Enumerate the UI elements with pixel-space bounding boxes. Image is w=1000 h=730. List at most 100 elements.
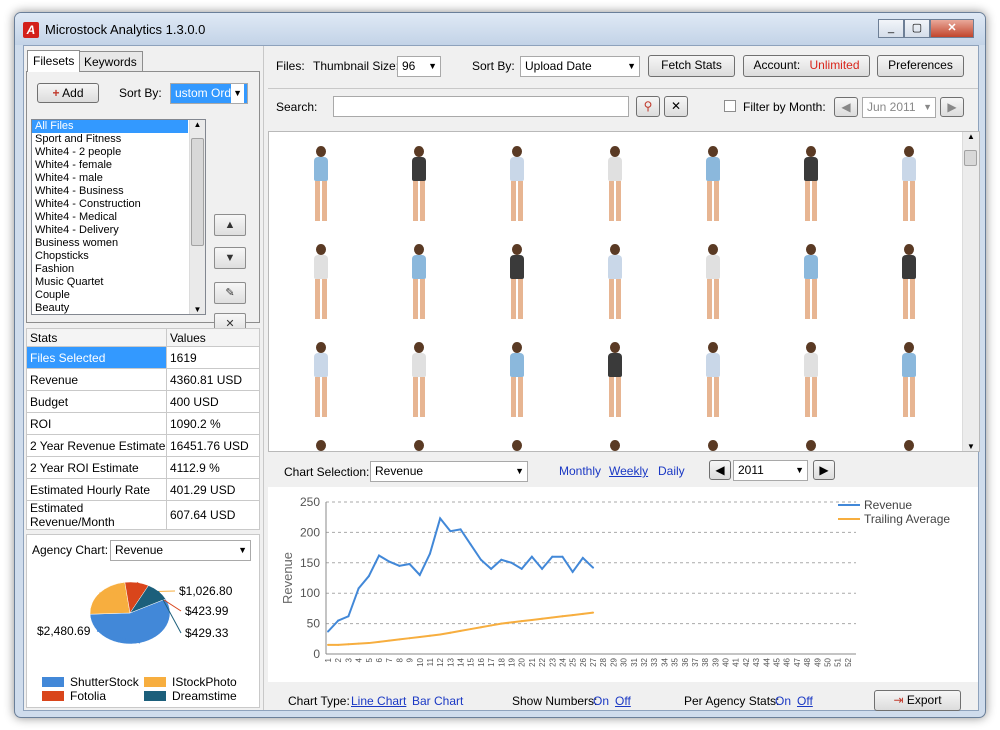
weekly-link[interactable]: Weekly: [609, 464, 648, 478]
photo-thumbnail[interactable]: [573, 138, 657, 226]
filesets-list[interactable]: All Files Sport and Fitness White4 - 2 peo…: [31, 119, 206, 315]
preferences-button[interactable]: Preferences: [877, 55, 964, 77]
minimize-button[interactable]: _: [878, 19, 904, 38]
filter-by-month-checkbox[interactable]: [724, 100, 736, 112]
photo-thumbnail[interactable]: [671, 432, 755, 451]
photo-thumbnail[interactable]: [377, 432, 461, 451]
photo-thumbnail[interactable]: [377, 236, 461, 324]
fileset-item[interactable]: Fashion: [32, 263, 205, 276]
stats-row[interactable]: Files Selected 1619: [26, 346, 260, 369]
photo-thumbnail[interactable]: [279, 334, 363, 422]
sort-by-select[interactable]: Upload Date ▼: [520, 56, 640, 77]
figure-shape: [511, 377, 523, 417]
photo-thumbnail[interactable]: [377, 334, 461, 422]
show-numbers-on-link[interactable]: On: [593, 694, 609, 708]
thumbnail-size-select[interactable]: 96 ▼: [397, 56, 441, 77]
stats-row[interactable]: ROI 1090.2 %: [26, 412, 260, 435]
photo-thumbnail[interactable]: [867, 334, 951, 422]
agency-chart-select[interactable]: Revenue ▼: [110, 540, 251, 561]
bar-chart-link[interactable]: Bar Chart: [412, 694, 463, 708]
photo-thumbnail[interactable]: [475, 432, 559, 451]
photo-thumbnail[interactable]: [769, 432, 853, 451]
search-input[interactable]: [333, 96, 629, 117]
chart-selection-select[interactable]: Revenue ▼: [370, 461, 528, 482]
photo-thumbnail[interactable]: [769, 138, 853, 226]
fileset-item[interactable]: White4 - Medical: [32, 211, 205, 224]
fileset-item[interactable]: Beauty: [32, 302, 205, 314]
monthly-link[interactable]: Monthly: [559, 464, 601, 478]
scroll-thumb[interactable]: [191, 138, 204, 246]
maximize-button[interactable]: ▢: [904, 19, 930, 38]
clear-search-button[interactable]: ✕: [664, 96, 688, 117]
scroll-up-icon[interactable]: ▲: [963, 132, 979, 141]
fileset-item[interactable]: White4 - Construction: [32, 198, 205, 211]
photo-thumbnail[interactable]: [867, 236, 951, 324]
fileset-item[interactable]: All Files: [32, 120, 188, 133]
search-button[interactable]: ⚲: [636, 96, 660, 117]
scroll-down-icon[interactable]: ▼: [963, 442, 979, 451]
fileset-item[interactable]: White4 - Delivery: [32, 224, 205, 237]
filesets-scrollbar[interactable]: ▲ ▼: [189, 120, 205, 314]
sort-order-select[interactable]: ustom Order ▼: [170, 83, 248, 104]
line-chart-link[interactable]: Line Chart: [351, 694, 406, 708]
fileset-item[interactable]: Business women: [32, 237, 205, 250]
photo-thumbnail[interactable]: [671, 138, 755, 226]
tab-filesets[interactable]: Filesets: [27, 50, 81, 72]
photo-thumbnail[interactable]: [279, 138, 363, 226]
show-numbers-off-link[interactable]: Off: [615, 694, 631, 708]
thumbnail-grid[interactable]: ▲ ▼: [268, 131, 980, 452]
per-agency-on-link[interactable]: On: [775, 694, 791, 708]
photo-thumbnail[interactable]: [475, 138, 559, 226]
scroll-up-icon[interactable]: ▲: [190, 120, 205, 129]
photo-thumbnail[interactable]: [573, 432, 657, 451]
x-tick-label: 29: [609, 657, 618, 666]
year-select[interactable]: 2011 ▼: [733, 460, 808, 481]
fileset-item[interactable]: Couple: [32, 289, 205, 302]
daily-link[interactable]: Daily: [658, 464, 685, 478]
stats-row[interactable]: Estimated Revenue/Month 607.64 USD: [26, 500, 260, 530]
photo-thumbnail[interactable]: [573, 334, 657, 422]
photo-thumbnail[interactable]: [475, 334, 559, 422]
move-up-button[interactable]: ▲: [214, 214, 246, 236]
account-button[interactable]: Account: Unlimited: [743, 55, 870, 77]
photo-thumbnail[interactable]: [867, 432, 951, 451]
edit-fileset-button[interactable]: ✎: [214, 282, 246, 304]
fetch-stats-button[interactable]: Fetch Stats: [648, 55, 735, 77]
fileset-item[interactable]: White4 - Business: [32, 185, 205, 198]
month-select[interactable]: Jun 2011 ▼: [862, 97, 936, 118]
per-agency-off-link[interactable]: Off: [797, 694, 813, 708]
photo-thumbnail[interactable]: [573, 236, 657, 324]
move-down-button[interactable]: ▼: [214, 247, 246, 269]
fileset-item[interactable]: Chopsticks: [32, 250, 205, 263]
fileset-item[interactable]: White4 - 2 people: [32, 146, 205, 159]
export-button[interactable]: ⇥ Export: [874, 690, 961, 711]
fileset-item[interactable]: Sport and Fitness: [32, 133, 205, 146]
fileset-item[interactable]: White4 - female: [32, 159, 205, 172]
previous-month-button[interactable]: ◀: [834, 97, 858, 117]
next-month-button[interactable]: ▶: [940, 97, 964, 117]
photo-thumbnail[interactable]: [671, 334, 755, 422]
scroll-down-icon[interactable]: ▼: [190, 305, 205, 314]
stats-row[interactable]: 2 Year ROI Estimate 4112.9 %: [26, 456, 260, 479]
stats-row[interactable]: Budget 400 USD: [26, 390, 260, 413]
photo-thumbnail[interactable]: [671, 236, 755, 324]
next-year-button[interactable]: ▶: [813, 460, 835, 480]
tab-keywords[interactable]: Keywords: [78, 51, 143, 71]
photo-thumbnail[interactable]: [867, 138, 951, 226]
photo-thumbnail[interactable]: [475, 236, 559, 324]
photo-thumbnail[interactable]: [769, 334, 853, 422]
photo-thumbnail[interactable]: [279, 432, 363, 451]
stats-row[interactable]: 2 Year Revenue Estimate 16451.76 USD: [26, 434, 260, 457]
fileset-item[interactable]: Music Quartet: [32, 276, 205, 289]
previous-year-button[interactable]: ◀: [709, 460, 731, 480]
stats-row[interactable]: Estimated Hourly Rate 401.29 USD: [26, 478, 260, 501]
fileset-item[interactable]: White4 - male: [32, 172, 205, 185]
photo-thumbnail[interactable]: [377, 138, 461, 226]
photo-thumbnail[interactable]: [769, 236, 853, 324]
add-fileset-button[interactable]: + Add: [37, 83, 99, 103]
stats-row[interactable]: Revenue 4360.81 USD: [26, 368, 260, 391]
scroll-thumb[interactable]: [964, 150, 977, 166]
close-button[interactable]: ✕: [930, 19, 974, 38]
photo-thumbnail[interactable]: [279, 236, 363, 324]
thumbnail-scrollbar[interactable]: ▲ ▼: [962, 132, 979, 451]
